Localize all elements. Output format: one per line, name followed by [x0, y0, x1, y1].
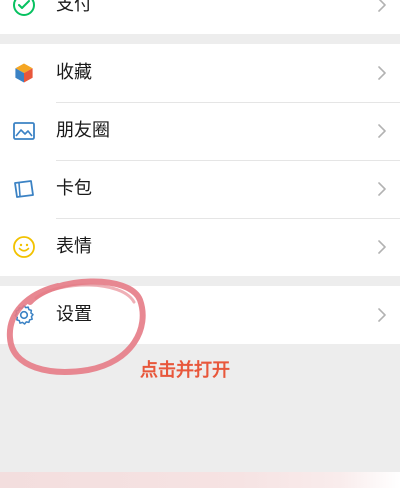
wechat-pay-icon: [13, 0, 35, 16]
chevron-right-icon: [378, 124, 386, 138]
menu-item-emoji[interactable]: 表情: [0, 218, 400, 276]
menu-item-label: 卡包: [56, 178, 92, 199]
menu-group-main: 收藏 朋友圈 卡包 表情: [0, 44, 400, 276]
chevron-right-icon: [378, 66, 386, 80]
gear-icon: [14, 304, 34, 325]
menu-group-pay: 支付: [0, 0, 400, 34]
instruction-annotation: 点击并打开: [140, 360, 230, 381]
chevron-right-icon: [378, 0, 386, 12]
menu-item-label: 支付: [56, 0, 92, 15]
card-wallet-icon: [14, 180, 34, 198]
moments-photo-icon: [13, 122, 35, 140]
menu-item-label: 收藏: [56, 62, 92, 83]
emoji-smiley-icon: [13, 236, 35, 258]
menu-item-favorites[interactable]: 收藏: [0, 44, 400, 102]
menu-item-card-wallet[interactable]: 卡包: [0, 160, 400, 218]
chevron-right-icon: [378, 308, 386, 322]
menu-item-label: 表情: [56, 236, 92, 257]
chevron-right-icon: [378, 182, 386, 196]
bottom-image-strip: [0, 472, 400, 488]
menu-item-label: 设置: [56, 304, 92, 325]
menu-item-label: 朋友圈: [56, 120, 110, 141]
menu-group-settings: 设置: [0, 286, 400, 344]
menu-item-pay[interactable]: 支付: [0, 0, 400, 34]
favorites-cube-icon: [14, 62, 34, 84]
menu-item-settings[interactable]: 设置: [0, 286, 400, 344]
menu-item-moments[interactable]: 朋友圈: [0, 102, 400, 160]
chevron-right-icon: [378, 240, 386, 254]
